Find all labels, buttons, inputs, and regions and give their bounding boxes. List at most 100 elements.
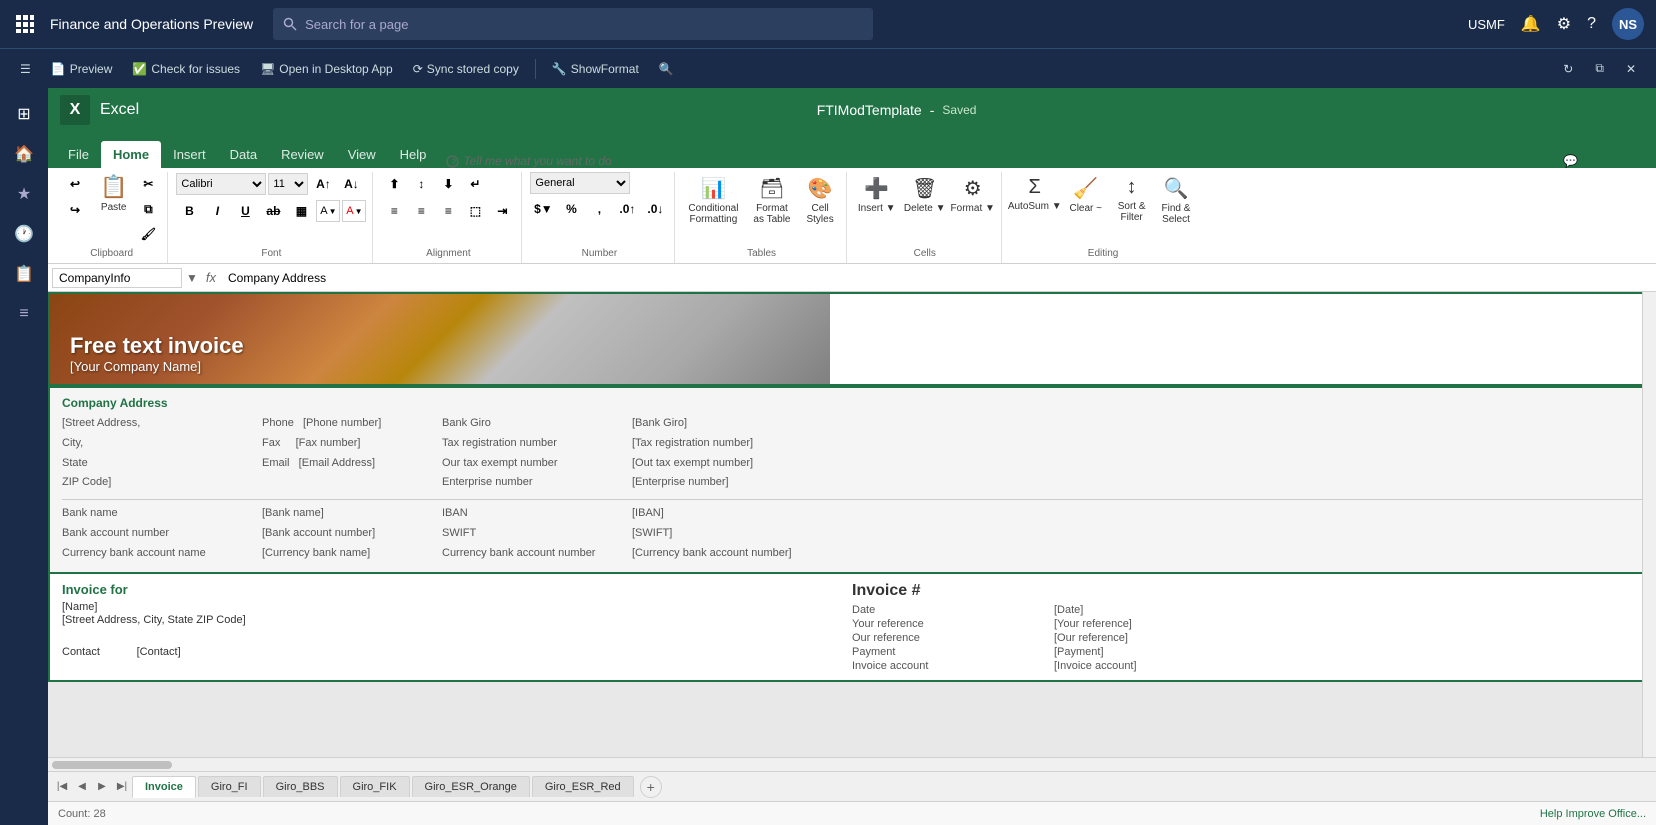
tell-me-box[interactable]: ? Tell me what you want to do xyxy=(438,154,1555,168)
payment-label: Payment xyxy=(852,646,1052,658)
wrap-text-button[interactable]: ↵ xyxy=(462,172,488,196)
decrease-font-button[interactable]: A↓ xyxy=(338,172,364,196)
search-box[interactable]: Search for a page xyxy=(273,8,873,40)
close-button[interactable]: ✕ xyxy=(1618,57,1644,80)
sheet-nav-first[interactable]: |◀ xyxy=(52,777,72,797)
delete-cells-button[interactable]: 🗑 Delete ▼ xyxy=(903,172,947,218)
font-size-select[interactable]: 11 xyxy=(268,173,308,195)
sidebar-recent-icon[interactable]: 🕐 xyxy=(6,216,42,252)
our-ref-value: [Our reference] xyxy=(1054,632,1254,644)
italic-button[interactable]: I xyxy=(204,199,230,223)
sync-button[interactable]: ⟳ Sync stored copy xyxy=(405,58,527,80)
underline-button[interactable]: U xyxy=(232,199,258,223)
decimal-decrease-button[interactable]: .0↓ xyxy=(642,197,668,221)
bold-button[interactable]: B xyxy=(176,199,202,223)
notification-icon[interactable]: 🔔 xyxy=(1521,14,1541,34)
tab-help[interactable]: Help xyxy=(388,141,439,168)
name-box-dropdown[interactable]: ▼ xyxy=(186,271,198,285)
align-top-button[interactable]: ⬆ xyxy=(381,172,407,196)
increase-font-button[interactable]: A↑ xyxy=(310,172,336,196)
border-button[interactable]: ▦ xyxy=(288,199,314,223)
sidebar-home-icon[interactable]: ⊞ xyxy=(6,96,42,132)
date-value: [Date] xyxy=(1054,604,1254,616)
tab-review[interactable]: Review xyxy=(269,141,336,168)
add-sheet-button[interactable]: + xyxy=(640,776,662,798)
number-format-select[interactable]: General xyxy=(530,172,630,194)
align-right-button[interactable]: ≡ xyxy=(435,199,461,223)
sort-filter-button[interactable]: ↕ Sort &Filter xyxy=(1112,172,1152,227)
clear-button[interactable]: 🧹 Clear ~ xyxy=(1064,172,1108,218)
indent-button[interactable]: ⇥ xyxy=(489,199,515,223)
horizontal-scroll-track[interactable] xyxy=(48,757,1656,771)
fx-icon: fx xyxy=(202,270,220,285)
sidebar-workspaces-icon[interactable]: 📋 xyxy=(6,256,42,292)
align-left-button[interactable]: ≡ xyxy=(381,199,407,223)
align-middle-button[interactable]: ↕ xyxy=(408,172,434,196)
help-icon[interactable]: ? xyxy=(1587,15,1596,33)
vertical-scrollbar[interactable] xyxy=(1642,292,1656,757)
redo-button[interactable]: ↪ xyxy=(62,198,88,222)
align-center-button[interactable]: ≡ xyxy=(408,199,434,223)
currency-bank-label: Currency bank account name xyxy=(62,544,262,564)
refresh-button[interactable]: ↻ xyxy=(1555,57,1581,80)
cell-styles-button[interactable]: 🎨 CellStyles xyxy=(800,172,839,229)
avatar[interactable]: NS xyxy=(1612,8,1644,40)
fill-color-button[interactable]: A ▼ xyxy=(316,200,340,222)
toolbar-separator xyxy=(535,59,536,79)
show-format-button[interactable]: 🔧 ShowFormat xyxy=(544,58,647,80)
open-desktop-button[interactable]: 🖥 Open in Desktop App xyxy=(252,58,401,80)
sheet-tab-giro-esr-orange[interactable]: Giro_ESR_Orange xyxy=(412,776,530,797)
popout-button[interactable]: ⧉ xyxy=(1587,57,1612,80)
sheet-nav-next[interactable]: ▶ xyxy=(92,777,112,797)
format-as-table-button[interactable]: 🗃 Formatas Table xyxy=(747,172,796,229)
sidebar-dashboard-icon[interactable]: 🏠 xyxy=(6,136,42,172)
percent-button[interactable]: % xyxy=(558,197,584,221)
conditional-formatting-button[interactable]: 📊 ConditionalFormatting xyxy=(683,172,743,229)
comments-button[interactable]: 💬 Comments xyxy=(1555,154,1648,168)
cut-button[interactable]: ✂ xyxy=(135,172,161,196)
tab-insert[interactable]: Insert xyxy=(161,141,218,168)
help-improve-label[interactable]: Help Improve Office... xyxy=(1540,808,1646,820)
formula-input[interactable] xyxy=(224,269,1652,287)
format-painter-button[interactable]: 🖌 xyxy=(135,222,161,246)
tax-reg-value: [Tax registration number] xyxy=(632,434,832,454)
find-select-button[interactable]: 🔍 Find &Select xyxy=(1156,172,1197,229)
copy-button[interactable]: ⧉ xyxy=(135,197,161,221)
decimal-increase-button[interactable]: .0↑ xyxy=(614,197,640,221)
sheet-nav-last[interactable]: ▶| xyxy=(112,777,132,797)
sheet-tab-invoice[interactable]: Invoice xyxy=(132,776,196,798)
invoice-content: Free text invoice [Your Company Name] Co… xyxy=(48,292,1656,757)
name-box[interactable]: CompanyInfo xyxy=(52,268,182,288)
search-placeholder: Search for a page xyxy=(305,17,408,32)
comma-button[interactable]: , xyxy=(586,197,612,221)
tab-home[interactable]: Home xyxy=(101,141,161,168)
sheet-tab-giro-bbs[interactable]: Giro_BBS xyxy=(263,776,338,797)
paste-button[interactable]: 📋 Paste xyxy=(94,172,133,215)
conditional-formatting-icon: 📊 xyxy=(701,176,726,201)
sidebar-modules-icon[interactable]: ≡ xyxy=(6,296,42,332)
tab-file[interactable]: File xyxy=(56,141,101,168)
sheet-tab-giro-esr-red[interactable]: Giro_ESR_Red xyxy=(532,776,634,797)
search-toolbar-button[interactable]: 🔍 xyxy=(651,58,682,80)
settings-icon[interactable]: ⚙ xyxy=(1557,14,1571,34)
autosum-button[interactable]: Σ AutoSum ▼ xyxy=(1010,172,1060,216)
font-color-button[interactable]: A ▼ xyxy=(342,200,366,222)
apps-grid-icon[interactable] xyxy=(12,11,38,37)
sidebar-favorites-icon[interactable]: ★ xyxy=(6,176,42,212)
sheet-tab-giro-fik[interactable]: Giro_FIK xyxy=(340,776,410,797)
preview-button[interactable]: 📄 Preview xyxy=(43,58,121,80)
undo-button[interactable]: ↩ xyxy=(62,172,88,196)
tab-data[interactable]: Data xyxy=(218,141,269,168)
menu-toggle-button[interactable]: ☰ xyxy=(12,58,39,80)
insert-cells-button[interactable]: ➕ Insert ▼ xyxy=(855,172,899,218)
font-name-select[interactable]: Calibri xyxy=(176,173,266,195)
sheet-tab-giro-fi[interactable]: Giro_FI xyxy=(198,776,261,797)
check-issues-button[interactable]: ✅ Check for issues xyxy=(124,58,248,80)
merge-button[interactable]: ⬚ xyxy=(462,199,488,223)
tab-view[interactable]: View xyxy=(336,141,388,168)
currency-button[interactable]: $▼ xyxy=(530,197,556,221)
format-cells-button[interactable]: ⚙ Format ▼ xyxy=(951,172,995,218)
align-bottom-button[interactable]: ⬇ xyxy=(435,172,461,196)
strikethrough-button[interactable]: ab xyxy=(260,199,286,223)
sheet-nav-prev[interactable]: ◀ xyxy=(72,777,92,797)
